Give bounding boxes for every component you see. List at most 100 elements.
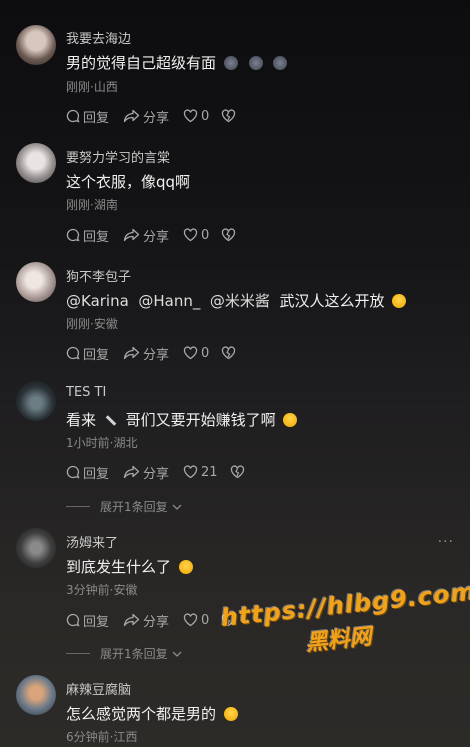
comment-meta: 1小时前·湖北	[66, 436, 138, 450]
heart-icon	[183, 613, 198, 627]
avatar[interactable]	[16, 143, 56, 183]
broken-heart-icon	[222, 346, 236, 360]
mention-link[interactable]: @Hann_	[138, 292, 200, 310]
share-arrow-icon	[123, 465, 140, 479]
divider-line	[66, 653, 90, 654]
avatar[interactable]	[16, 675, 56, 715]
reply-label: 回复	[83, 614, 110, 630]
reply-button[interactable]: 回复	[66, 611, 109, 630]
dislike-button[interactable]	[221, 228, 239, 242]
comment-username[interactable]: 我要去海边	[66, 28, 131, 47]
like-button[interactable]: 21	[183, 465, 218, 480]
comment-bubble-icon	[66, 465, 80, 479]
watermark: https://hlbg9.com 黑料网	[219, 577, 470, 666]
like-count: 0	[201, 227, 210, 243]
expand-replies-button[interactable]: 展开1条回复	[66, 645, 183, 662]
grinning-emoji-icon	[283, 413, 298, 427]
avatar[interactable]	[16, 528, 56, 568]
comment-username[interactable]: TES TI	[66, 385, 106, 400]
comment-username[interactable]: 麻辣豆腐脑	[66, 679, 131, 698]
comment-bubble-icon	[66, 228, 80, 242]
expand-replies-button[interactable]: 展开1条回复	[66, 498, 183, 515]
comment-bubble-icon	[66, 613, 80, 627]
comment-meta: 刚刚·安徽	[66, 317, 118, 331]
comment-text-content: 看来	[66, 411, 97, 429]
like-count: 0	[201, 612, 210, 628]
heart-icon	[183, 228, 198, 242]
heart-icon	[183, 346, 198, 360]
like-count: 21	[201, 464, 218, 480]
comment-meta: 3分钟前·安徽	[66, 583, 138, 597]
emoji-icon	[223, 56, 238, 70]
more-options-button[interactable]: ···	[438, 534, 454, 550]
broken-heart-icon	[222, 228, 236, 242]
comment-text: 到底发生什么了	[66, 556, 196, 577]
share-label: 分享	[143, 229, 170, 245]
comment-username[interactable]: 要努力学习的言棠	[66, 147, 170, 166]
dislike-button[interactable]	[221, 109, 239, 123]
chevron-down-icon	[172, 504, 182, 510]
broken-heart-icon	[222, 109, 236, 123]
comment-text-content: 哥们又要开始赚钱了啊	[125, 411, 276, 429]
avatar[interactable]	[16, 262, 56, 302]
share-arrow-icon	[123, 109, 140, 123]
reply-label: 回复	[83, 466, 110, 482]
mention-link[interactable]: @Karina	[66, 292, 129, 310]
comment-text: 这个衣服，像qq啊	[66, 173, 191, 191]
like-count: 0	[201, 108, 210, 124]
heart-icon	[183, 465, 198, 479]
comment-actions: 回复 分享 0	[66, 225, 253, 245]
reply-button[interactable]: 回复	[66, 226, 109, 245]
comment-meta: 刚刚·山西	[66, 80, 118, 94]
comment-text: @Karina @Hann_ @米米酱 武汉人这么开放	[66, 290, 409, 311]
reply-button[interactable]: 回复	[66, 344, 109, 363]
share-label: 分享	[143, 614, 170, 630]
knife-emoji-icon	[105, 415, 117, 426]
comment-actions: 回复 分享 0	[66, 343, 253, 363]
dislike-button[interactable]	[221, 346, 239, 360]
emoji-icon	[273, 56, 288, 70]
share-button[interactable]: 分享	[123, 344, 169, 363]
chevron-down-icon	[172, 651, 182, 657]
share-label: 分享	[143, 347, 170, 363]
like-button[interactable]: 0	[183, 228, 209, 243]
comment-meta: 刚刚·湖南	[66, 198, 118, 212]
comment-meta: 6分钟前·江西	[66, 730, 138, 744]
share-arrow-icon	[123, 346, 140, 360]
crying-emoji-icon	[223, 707, 238, 721]
reply-button[interactable]: 回复	[66, 107, 109, 126]
expand-replies-label: 展开1条回复	[100, 647, 168, 661]
dislike-button[interactable]	[230, 465, 248, 479]
broken-heart-icon	[230, 465, 244, 479]
comment-text: 看来 哥们又要开始赚钱了啊	[66, 409, 300, 430]
emoji-icon	[248, 56, 263, 70]
share-arrow-icon	[123, 613, 140, 627]
mention-link[interactable]: @米米酱	[210, 292, 270, 310]
like-button[interactable]: 0	[183, 613, 209, 628]
like-button[interactable]: 0	[183, 109, 209, 124]
comment-username[interactable]: 汤姆来了	[66, 532, 118, 551]
reply-label: 回复	[83, 110, 110, 126]
avatar[interactable]	[16, 25, 56, 65]
comment-text-content: 到底发生什么了	[66, 558, 172, 576]
yum-emoji-icon	[178, 560, 193, 574]
reply-button[interactable]: 回复	[66, 463, 109, 482]
comment-username[interactable]: 狗不李包子	[66, 266, 131, 285]
share-arrow-icon	[123, 228, 140, 242]
like-button[interactable]: 0	[183, 346, 209, 361]
comment-bubble-icon	[66, 109, 80, 123]
share-button[interactable]: 分享	[123, 226, 169, 245]
heart-icon	[183, 109, 198, 123]
share-label: 分享	[143, 466, 170, 482]
divider-line	[66, 506, 90, 507]
share-button[interactable]: 分享	[123, 463, 169, 482]
reply-label: 回复	[83, 229, 110, 245]
comment-actions: 回复 分享 0	[66, 106, 253, 126]
reply-label: 回复	[83, 347, 110, 363]
like-count: 0	[201, 345, 210, 361]
comment-actions: 回复 分享 21	[66, 462, 262, 482]
share-button[interactable]: 分享	[123, 107, 169, 126]
avatar[interactable]	[16, 381, 56, 421]
comment-text-content: 怎么感觉两个都是男的	[66, 705, 217, 723]
share-button[interactable]: 分享	[123, 611, 169, 630]
